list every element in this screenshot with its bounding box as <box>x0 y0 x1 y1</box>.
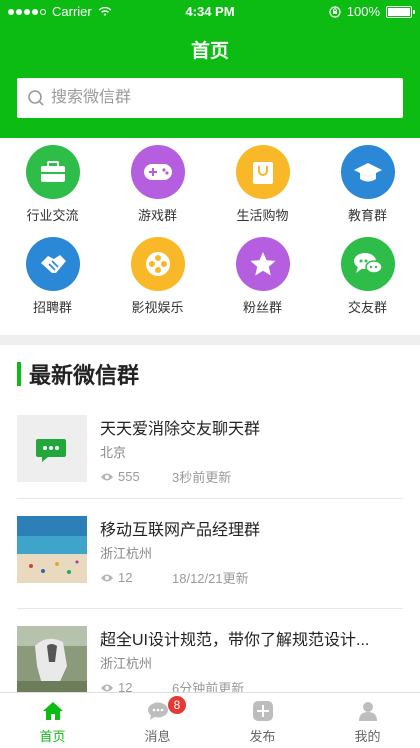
chat-bubbles-icon <box>340 237 395 291</box>
home-icon <box>43 702 63 720</box>
group-thumbnail <box>17 516 87 583</box>
battery-icon <box>386 5 415 18</box>
section-header: 最新微信群 <box>17 360 139 388</box>
category-label: 招聘群 <box>32 300 72 315</box>
category-shopping[interactable]: 生活购物 <box>210 145 315 224</box>
category-label: 影视娱乐 <box>131 300 184 315</box>
tab-messages[interactable]: 8 消息 <box>105 693 210 748</box>
battery-percent: 100% <box>346 4 380 19</box>
category-fans[interactable]: 粉丝群 <box>210 237 315 316</box>
section-title: 最新微信群 <box>29 363 140 388</box>
category-entertainment[interactable]: 影视娱乐 <box>105 237 210 316</box>
tab-label: 我的 <box>354 729 381 744</box>
group-thumbnail <box>17 626 87 693</box>
group-name: 超全UI设计规范，带你了解规范设计... <box>100 632 370 649</box>
group-views: 12 <box>118 570 133 585</box>
group-location: 北京 <box>100 445 127 460</box>
rotation-lock-icon <box>329 5 341 18</box>
eye-icon <box>101 684 113 691</box>
divider <box>17 608 403 609</box>
tab-label: 消息 <box>144 729 171 744</box>
category-games[interactable]: 游戏群 <box>105 145 210 224</box>
header: Carrier 4:34 PM 100% 首页 <box>0 0 420 138</box>
tab-label: 发布 <box>249 729 276 744</box>
list-item[interactable]: 移动互联网产品经理群 浙江杭州 12 18/12/21更新 <box>17 516 420 621</box>
category-label: 行业交流 <box>26 208 79 223</box>
group-name: 天天爱消除交友聊天群 <box>100 421 261 438</box>
search-bar[interactable] <box>17 78 403 118</box>
group-updated: 18/12/21更新 <box>172 571 249 586</box>
eye-icon <box>101 574 113 581</box>
tab-mine[interactable]: 我的 <box>315 693 420 748</box>
section-divider <box>0 335 420 345</box>
group-meta: 12 18/12/21更新 <box>100 568 249 587</box>
category-label: 粉丝群 <box>242 300 282 315</box>
eye-icon <box>101 473 113 480</box>
category-label: 交友群 <box>347 300 387 315</box>
chat-icon <box>36 438 66 462</box>
tab-home[interactable]: 首页 <box>0 693 105 748</box>
search-icon <box>28 90 44 106</box>
user-icon <box>359 702 377 721</box>
tab-publish[interactable]: 发布 <box>210 693 315 748</box>
group-updated: 3秒前更新 <box>172 470 232 485</box>
film-reel-icon <box>130 237 185 291</box>
tab-bar: 首页 8 消息 发布 我的 <box>0 692 420 748</box>
section-accent-bar <box>17 362 21 386</box>
message-icon <box>148 702 168 720</box>
tab-label: 首页 <box>39 729 66 744</box>
category-recruitment[interactable]: 招聘群 <box>0 237 105 316</box>
star-icon <box>235 237 290 291</box>
list-item[interactable]: 天天爱消除交友聊天群 北京 555 3秒前更新 <box>17 415 420 520</box>
category-education[interactable]: 教育群 <box>315 145 420 224</box>
category-label: 游戏群 <box>137 208 177 223</box>
group-thumbnail <box>17 415 87 482</box>
briefcase-icon <box>25 145 80 199</box>
search-input[interactable] <box>49 88 403 108</box>
shopping-bag-icon <box>235 145 290 199</box>
group-meta: 555 3秒前更新 <box>100 467 231 486</box>
category-industry[interactable]: 行业交流 <box>0 145 105 224</box>
gamepad-icon <box>130 145 185 199</box>
group-location: 浙江杭州 <box>100 546 153 561</box>
category-label: 生活购物 <box>236 208 289 223</box>
category-label: 教育群 <box>347 208 387 223</box>
unread-badge: 8 <box>167 695 187 715</box>
graduation-cap-icon <box>340 145 395 199</box>
category-grid: 行业交流 游戏群 生活购物 教育群 招聘群 影视娱乐 粉丝群 交友群 <box>0 145 420 330</box>
group-views: 555 <box>118 469 140 484</box>
category-friends[interactable]: 交友群 <box>315 237 420 316</box>
page-title: 首页 <box>190 41 229 62</box>
handshake-icon <box>25 237 80 291</box>
group-location: 浙江杭州 <box>100 656 153 671</box>
group-name: 移动互联网产品经理群 <box>100 522 261 539</box>
divider <box>17 498 403 499</box>
status-bar: Carrier 4:34 PM 100% <box>0 0 420 22</box>
add-icon <box>253 701 273 721</box>
